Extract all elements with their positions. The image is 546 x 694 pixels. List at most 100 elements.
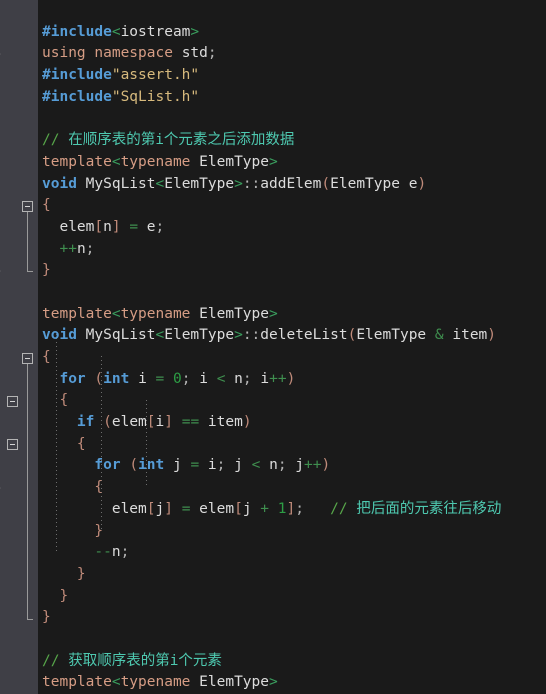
line-number-row[interactable]: 9 xyxy=(0,586,38,608)
code-line[interactable]: } xyxy=(38,586,546,608)
line-number-row[interactable]: 2 xyxy=(0,651,38,673)
line-number-row[interactable]: 6 xyxy=(0,87,38,109)
code-token-op: = xyxy=(129,218,139,235)
code-token-ang: < xyxy=(155,327,165,344)
code-line[interactable]: --n; xyxy=(38,542,546,564)
code-line[interactable]: using namespace std; xyxy=(38,43,546,65)
code-line[interactable]: { xyxy=(38,390,546,412)
line-number-row[interactable]: 6 xyxy=(0,521,38,543)
code-content-area[interactable]: #include<iostream> using namespace std; #i… xyxy=(38,0,546,694)
code-token-pl: i xyxy=(199,457,217,474)
fold-toggle-collapse-icon[interactable] xyxy=(7,439,18,451)
line-number-row[interactable]: 8 xyxy=(0,130,38,152)
line-number-row[interactable]: 0 xyxy=(0,390,38,412)
line-number-row[interactable]: 1 xyxy=(0,412,38,434)
code-token-ang: < xyxy=(111,23,121,40)
code-token-cmtc: 在顺序表的第i个元素之后添加数据 xyxy=(68,132,295,149)
code-line[interactable]: template<typename ElemType> xyxy=(38,304,546,326)
code-line[interactable]: #include<iostream> xyxy=(38,22,546,44)
code-line[interactable]: { xyxy=(38,347,546,369)
line-number-row[interactable]: 3 xyxy=(0,455,38,477)
code-line[interactable]: } xyxy=(38,564,546,586)
code-line[interactable] xyxy=(38,629,546,651)
line-number-row[interactable]: 7 xyxy=(0,542,38,564)
line-number: 4 xyxy=(0,260,1,282)
line-number-row[interactable]: 5 xyxy=(0,282,38,304)
line-number-row[interactable]: 4 xyxy=(0,477,38,499)
code-line[interactable]: template<typename ElemType> xyxy=(38,152,546,174)
code-token-pl: ElemType xyxy=(199,674,269,691)
code-token-pl: elem xyxy=(190,500,235,517)
line-number-row[interactable]: 3 xyxy=(0,22,38,44)
code-line[interactable] xyxy=(38,0,546,22)
code-line[interactable]: for (int i = 0; i < n; i++) xyxy=(38,369,546,391)
code-line[interactable]: void MySqList<ElemType>::addElem(ElemTyp… xyxy=(38,174,546,196)
code-line[interactable]: { xyxy=(38,477,546,499)
code-line[interactable]: #include"SqList.h" xyxy=(38,87,546,109)
code-token-ang: < xyxy=(111,153,121,170)
code-line[interactable]: ++n; xyxy=(38,239,546,261)
code-line[interactable]: elem[j] = elem[j + 1]; // 把后面的元素往后移动 xyxy=(38,499,546,521)
code-token-pl: ElemType xyxy=(164,175,235,192)
line-number-row[interactable]: 4 xyxy=(0,43,38,65)
code-token-br: ] xyxy=(111,218,121,235)
code-token-pl: j xyxy=(225,457,252,474)
code-token-pl: e xyxy=(399,175,418,192)
code-line[interactable]: { xyxy=(38,434,546,456)
code-line[interactable]: for (int j = i; j < n; j++) xyxy=(38,455,546,477)
code-token-kw2: template xyxy=(42,305,112,322)
code-line[interactable]: if (elem[i] == item) xyxy=(38,412,546,434)
code-token-pp: #include xyxy=(42,67,112,84)
line-number-row[interactable]: 1 xyxy=(0,195,38,217)
code-line[interactable]: // 在顺序表的第i个元素之后添加数据 xyxy=(38,130,546,152)
line-number-row[interactable]: 7 xyxy=(0,108,38,130)
line-number-row[interactable]: 1 xyxy=(0,629,38,651)
line-number: 4 xyxy=(0,43,1,65)
line-number-row[interactable]: 5 xyxy=(0,65,38,87)
code-line[interactable] xyxy=(38,282,546,304)
fold-toggle-collapse-icon[interactable] xyxy=(22,200,33,212)
line-number-row[interactable]: 2 xyxy=(0,434,38,456)
fold-toggle-collapse-icon[interactable] xyxy=(22,352,33,364)
code-token-ang: > xyxy=(234,327,243,344)
line-number-row[interactable]: 9 xyxy=(0,369,38,391)
code-line[interactable]: } xyxy=(38,607,546,629)
code-token-pl: std xyxy=(181,45,208,62)
fold-toggle-collapse-icon[interactable] xyxy=(7,395,18,407)
code-token-ang: > xyxy=(234,175,243,192)
line-number-row[interactable]: 2 xyxy=(0,0,38,22)
code-token-pl: j xyxy=(164,457,191,474)
line-number-row[interactable]: 6 xyxy=(0,304,38,326)
line-number-row[interactable]: 8 xyxy=(0,564,38,586)
code-token-ang: > xyxy=(269,305,278,322)
line-number: 3 xyxy=(0,672,1,694)
code-token-br: ( xyxy=(94,370,104,387)
line-number-row[interactable]: 2 xyxy=(0,217,38,239)
code-line[interactable]: elem[n] = e; xyxy=(38,217,546,239)
line-number-row[interactable]: 0 xyxy=(0,174,38,196)
code-line[interactable] xyxy=(38,108,546,130)
code-line[interactable]: // 获取顺序表的第i个元素 xyxy=(38,651,546,673)
code-line[interactable]: } xyxy=(38,260,546,282)
code-line[interactable]: template<typename ElemType> xyxy=(38,672,546,694)
fold-region-bracket-foot xyxy=(27,271,33,273)
code-line[interactable]: } xyxy=(38,521,546,543)
line-number-row[interactable]: 3 xyxy=(0,239,38,261)
line-number-row[interactable]: 9 xyxy=(0,152,38,174)
code-line[interactable]: void MySqList<ElemType>::deleteList(Elem… xyxy=(38,325,546,347)
line-number-gutter[interactable]: 234567890123456789012345678901234567 xyxy=(0,0,38,694)
code-line[interactable]: #include"assert.h" xyxy=(38,65,546,87)
code-token-br: { xyxy=(42,392,69,409)
code-line[interactable]: { xyxy=(38,195,546,217)
line-number: 3 xyxy=(0,455,1,477)
line-number-row[interactable]: 5 xyxy=(0,499,38,521)
line-number-row[interactable]: 7 xyxy=(0,325,38,347)
line-number-row[interactable]: 3 xyxy=(0,672,38,694)
line-number-row[interactable]: 8 xyxy=(0,347,38,369)
code-editor[interactable]: 234567890123456789012345678901234567 #in… xyxy=(0,0,546,694)
code-token-cmtc: 把后面的元素往后移动 xyxy=(356,500,502,517)
